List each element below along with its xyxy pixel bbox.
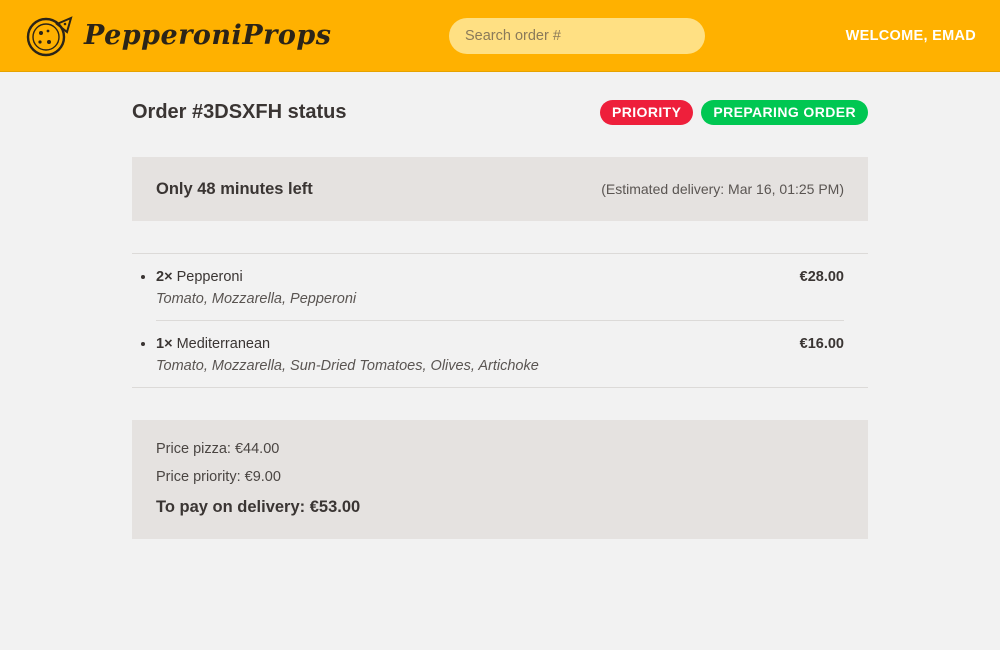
delivery-eta-panel: Only 48 minutes left (Estimated delivery… xyxy=(132,157,868,221)
item-ingredients: Tomato, Mozzarella, Sun-Dried Tomatoes, … xyxy=(156,358,539,374)
page-title: Order #3DSXFH status xyxy=(132,100,347,123)
total-to-pay: To pay on delivery: €53.00 xyxy=(156,498,361,516)
search-order-input[interactable] xyxy=(449,18,705,54)
item-quantity: 1× xyxy=(156,336,173,352)
status-badges: PRIORITY PREPARING ORDER xyxy=(600,99,868,125)
item-price: €16.00 xyxy=(799,336,844,352)
pizza-icon xyxy=(24,14,74,58)
status-badge: PREPARING ORDER xyxy=(701,99,868,125)
order-main: Order #3DSXFH status PRIORITY PREPARING … xyxy=(132,98,868,539)
item-name-line: 2× Pepperoni xyxy=(156,269,243,285)
time-left: Only 48 minutes left xyxy=(156,179,313,198)
welcome-user: WELCOME, EMAD xyxy=(845,28,976,44)
item-name-line: 1× Mediterranean xyxy=(156,336,270,352)
item-ingredients: Tomato, Mozzarella, Pepperoni xyxy=(156,291,357,307)
price-pizza: Price pizza: €44.00 xyxy=(156,441,280,457)
order-title-row: Order #3DSXFH status PRIORITY PREPARING … xyxy=(132,98,868,126)
price-summary-panel: Price pizza: €44.00 Price priority: €9.0… xyxy=(132,420,868,539)
item-quantity: 2× xyxy=(156,269,173,285)
item-price: €28.00 xyxy=(799,269,844,285)
price-priority: Price priority: €9.00 xyxy=(156,469,281,485)
brand-logo[interactable]: PepperoniProps xyxy=(24,14,331,58)
priority-badge: PRIORITY xyxy=(600,99,694,125)
estimated-delivery: (Estimated delivery: Mar 16, 01:25 PM) xyxy=(601,181,844,197)
app-header: PepperoniProps WELCOME, EMAD xyxy=(0,0,1000,72)
item-name: Pepperoni xyxy=(176,269,243,285)
list-item: 2× Pepperoni €28.00 Tomato, Mozzarella, … xyxy=(156,254,844,320)
list-item: 1× Mediterranean €16.00 Tomato, Mozzarel… xyxy=(156,320,844,387)
brand-name: PepperoniProps xyxy=(84,20,332,51)
order-items-list: 2× Pepperoni €28.00 Tomato, Mozzarella, … xyxy=(132,253,868,388)
item-name: Mediterranean xyxy=(176,336,271,352)
